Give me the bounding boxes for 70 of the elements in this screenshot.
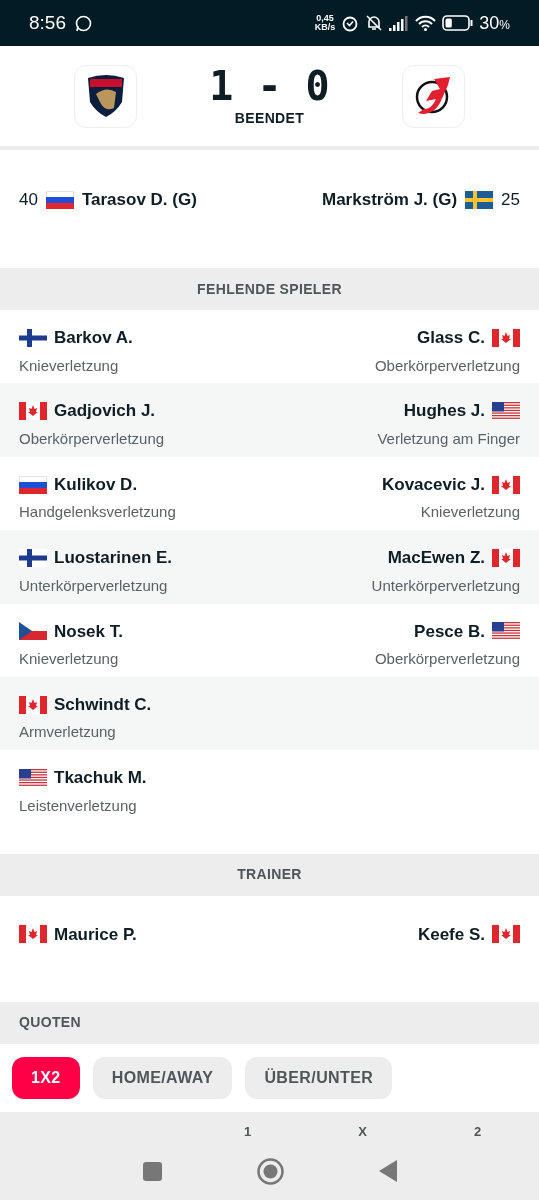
signal-icon [389,15,410,31]
flag-icon [492,328,520,347]
flag-icon [19,548,47,567]
player-name: Tarasov D. (G) [81,189,197,212]
flag-icon [45,191,74,209]
injury-reason: Oberkörperverletzung [19,428,165,449]
flag-icon [19,475,47,494]
player-name: Schwindt C. [54,693,152,716]
injury-reason: Knieverletzung [420,502,520,523]
player-name: Markström J. (G) [322,189,458,212]
flag-icon [19,925,47,944]
injury-reason: Knieverletzung [19,649,119,670]
network-speed: 0,45 KB/s [314,14,336,32]
flag-icon [19,769,47,788]
flag-icon [492,475,520,494]
player-name: Luostarinen E. [54,547,173,570]
wifi-icon [415,15,437,31]
chat-app-icon [75,14,92,32]
flag-icon [19,402,47,421]
player-name: Kovacevic J. [382,473,485,496]
odds-column-header: X [357,1123,368,1141]
injury-reason: Knieverletzung [19,355,119,376]
back-icon[interactable] [378,1160,397,1183]
odds-column-header: 2 [472,1123,483,1141]
player-name: Gadjovich J. [54,400,156,423]
jersey-number: 40 [19,189,38,212]
flag-icon [492,402,520,421]
injury-reason: Verletzung am Finger [377,428,520,449]
player-name: MacEwen Z. [387,547,485,570]
battery-percent: 30% [479,11,510,35]
injury-reason: Handgelenksverletzung [19,502,176,523]
flag-icon [492,622,520,641]
flag-icon [492,925,520,944]
injury-reason: Oberkörperverletzung [374,649,520,670]
flag-icon [19,695,47,714]
flag-icon [465,191,494,209]
battery-icon [442,15,474,31]
injury-reason: Armverletzung [19,722,116,743]
home-icon[interactable] [256,1157,284,1185]
odds-tab[interactable]: HOME/AWAY [92,1056,233,1099]
player-name: Tkachuk M. [54,767,147,790]
section-title: FEHLENDE SPIELER [197,279,342,299]
section-title: QUOTEN [19,1013,81,1033]
injury-reason: Leistenverletzung [19,795,137,816]
panther-shield-logo [85,74,126,118]
flag-icon [19,328,47,347]
odds-tab[interactable]: ÜBER/UNTER [245,1056,393,1099]
player-name: Keefe S. [417,923,485,946]
injury-reason: Unterkörperverletzung [19,575,168,596]
recent-apps-icon[interactable] [142,1161,162,1181]
player-name: Hughes J. [403,400,485,423]
jersey-number: 25 [501,189,520,212]
flag-icon [492,548,520,567]
player-name: Kulikov D. [54,473,138,496]
flag-icon [19,622,47,641]
match-score: 1 - 0 [209,63,330,108]
section-title: TRAINER [237,865,302,885]
odds-tab[interactable]: 1X2 [12,1056,80,1099]
injury-reason: Unterkörperverletzung [371,575,520,596]
player-name: Nosek T. [54,620,123,643]
player-name: Pesce B. [414,620,485,643]
player-name: Maurice P. [54,923,137,946]
match-status: BEENDET [234,108,305,128]
odds-column-header: 1 [242,1123,253,1141]
player-name: Barkov A. [54,327,133,349]
muted-bell-icon [365,14,384,32]
injury-reason: Oberkörperverletzung [374,355,520,376]
status-time: 8:56 [29,10,66,35]
alarm-icon [341,14,360,32]
player-name: Glass C. [416,327,485,349]
